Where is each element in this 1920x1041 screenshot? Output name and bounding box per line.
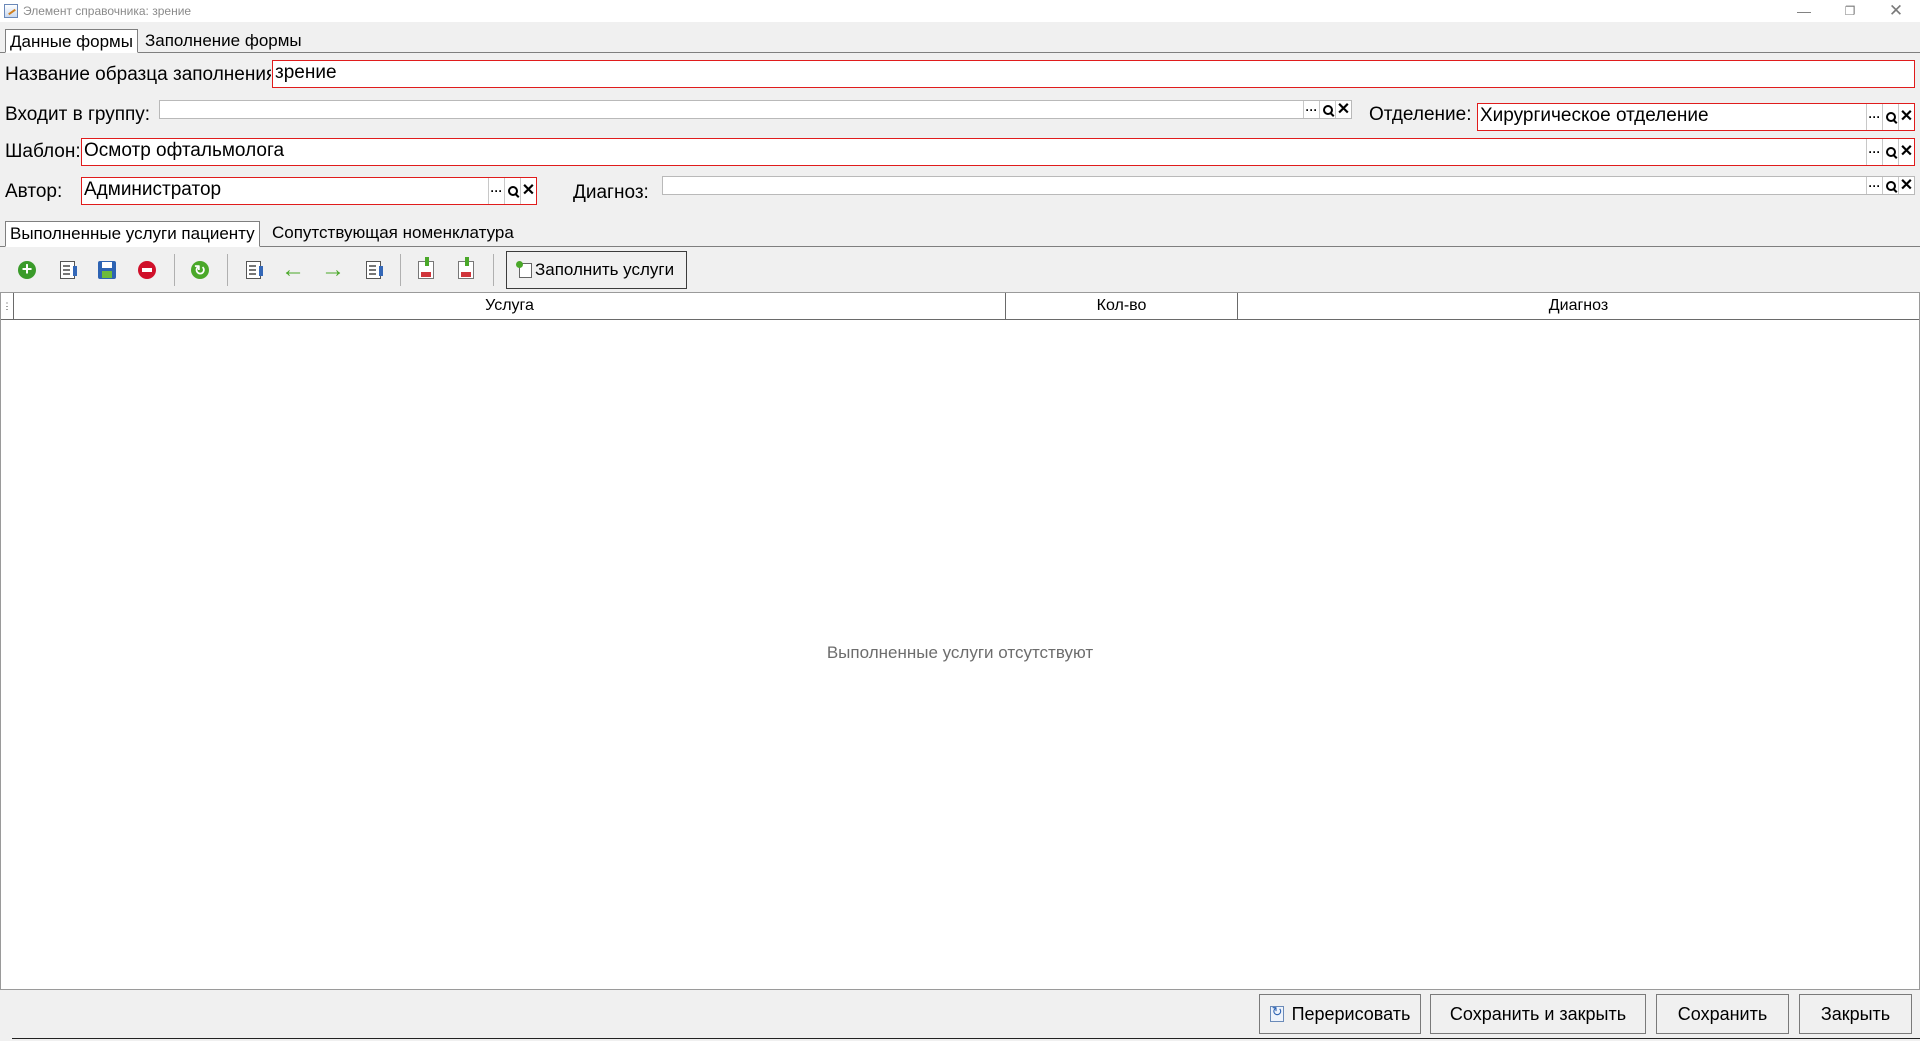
author-select-button[interactable]: ··· [488, 178, 504, 204]
department-select-button[interactable]: ··· [1866, 104, 1882, 130]
diagnosis-input[interactable]: ··· ✕ [662, 176, 1915, 195]
catalog-edit-icon [4, 4, 18, 18]
redraw-button[interactable]: Перерисовать [1259, 994, 1421, 1034]
close-button[interactable]: Закрыть [1799, 994, 1912, 1034]
refresh-icon: ↻ [191, 261, 209, 279]
column-header-diagnosis[interactable]: Диагноз [1238, 293, 1919, 319]
author-input[interactable]: Администратор ··· ✕ [81, 177, 537, 205]
footer-divider [12, 1038, 1920, 1039]
toolbar-separator [400, 254, 401, 286]
minimize-button[interactable]: — [1781, 0, 1827, 22]
export-excel-icon [458, 257, 474, 279]
department-input[interactable]: Хирургическое отделение ··· ✕ [1477, 103, 1915, 131]
save-button[interactable]: Сохранить [1656, 994, 1789, 1034]
author-field-buttons: ··· ✕ [488, 178, 536, 204]
toolbar-separator [227, 254, 228, 286]
author-search-icon[interactable] [504, 178, 520, 204]
edit-button[interactable] [48, 253, 86, 287]
tab-performed-services[interactable]: Выполненные услуги пациенту [5, 221, 260, 247]
refresh-button[interactable]: ↻ [181, 253, 219, 287]
template-select-button[interactable]: ··· [1866, 139, 1882, 165]
top-tabstrip: Данные формы Заполнение формы [0, 26, 1920, 53]
arrow-right-icon: → [321, 256, 345, 283]
save-row-button[interactable] [88, 253, 126, 287]
copy-all-button[interactable] [354, 253, 392, 287]
export-excel-button[interactable] [447, 253, 485, 287]
services-grid[interactable]: ⋮ Услуга Кол-во Диагноз Выполненные услу… [0, 292, 1920, 990]
import-excel-icon [418, 257, 434, 279]
department-label: Отделение: [1369, 104, 1472, 125]
grid-header: ⋮ Услуга Кол-во Диагноз [1, 293, 1919, 320]
copy-icon [365, 261, 383, 279]
close-window-button[interactable]: ✕ [1873, 0, 1919, 22]
fill-services-label: Заполнить услуги [535, 260, 675, 279]
department-search-icon[interactable] [1882, 104, 1898, 130]
group-field-buttons: ··· ✕ [1303, 101, 1351, 118]
maximize-button[interactable]: ❐ [1827, 0, 1873, 22]
group-label: Входит в группу: [5, 104, 151, 125]
save-icon [98, 261, 116, 279]
fill-services-icon [516, 260, 532, 278]
diagnosis-select-button[interactable]: ··· [1866, 177, 1882, 194]
empty-grid-message: Выполненные услуги отсутствуют [826, 643, 1094, 662]
column-header-quantity[interactable]: Кол-во [1006, 293, 1238, 319]
redraw-icon [1269, 1004, 1284, 1022]
title-bar: Элемент справочника: зрение — ❐ ✕ [0, 0, 1920, 22]
services-toolbar: + ↻ ← → Заполнить услуги [0, 248, 1920, 292]
arrow-left-icon: ← [281, 256, 305, 283]
group-select-button[interactable]: ··· [1303, 101, 1319, 118]
column-header-service[interactable]: Услуга [14, 293, 1006, 319]
tab-form-filling[interactable]: Заполнение формы [141, 29, 306, 53]
diagnosis-label: Диагноз: [573, 182, 649, 203]
template-input[interactable]: Осмотр офтальмолога ··· ✕ [81, 138, 1915, 166]
redraw-label: Перерисовать [1291, 1003, 1411, 1024]
template-search-icon[interactable] [1882, 139, 1898, 165]
toolbar-separator [493, 254, 494, 286]
window-title: Элемент справочника: зрение [23, 4, 192, 18]
diagnosis-search-icon[interactable] [1882, 177, 1898, 194]
delete-button[interactable] [128, 253, 166, 287]
author-clear-button[interactable]: ✕ [520, 178, 536, 204]
group-clear-button[interactable]: ✕ [1335, 101, 1351, 118]
row-selector-corner[interactable]: ⋮ [1, 293, 14, 319]
copy-button[interactable] [234, 253, 272, 287]
name-value: зрение [275, 62, 337, 83]
tab-related-nomenclature[interactable]: Сопутствующая номенклатура [268, 221, 518, 247]
department-value: Хирургическое отделение [1480, 105, 1709, 126]
template-clear-button[interactable]: ✕ [1898, 139, 1914, 165]
delete-icon [138, 261, 156, 279]
department-field-buttons: ··· ✕ [1866, 104, 1914, 130]
inner-tabstrip: Выполненные услуги пациенту Сопутствующа… [0, 219, 1920, 247]
add-button[interactable]: + [8, 253, 46, 287]
tab-form-data[interactable]: Данные формы [5, 29, 138, 53]
fill-services-button[interactable]: Заполнить услуги [506, 251, 688, 289]
import-excel-button[interactable] [407, 253, 445, 287]
author-value: Администратор [84, 179, 222, 200]
diagnosis-clear-button[interactable]: ✕ [1898, 177, 1914, 194]
diagnosis-field-buttons: ··· ✕ [1866, 177, 1914, 194]
add-icon: + [18, 260, 36, 279]
edit-icon [59, 261, 77, 279]
footer-bar: Перерисовать Сохранить и закрыть Сохрани… [0, 990, 1920, 1041]
move-right-button[interactable]: → [314, 253, 352, 287]
copy-icon [245, 261, 263, 279]
template-label: Шаблон: [5, 141, 81, 162]
group-search-icon[interactable] [1319, 101, 1335, 118]
move-left-button[interactable]: ← [274, 253, 312, 287]
template-field-buttons: ··· ✕ [1866, 139, 1914, 165]
name-input[interactable]: зрение [272, 60, 1915, 88]
name-label: Название образца заполнения: [5, 64, 271, 85]
author-label: Автор: [5, 181, 63, 202]
toolbar-separator [174, 254, 175, 286]
department-clear-button[interactable]: ✕ [1898, 104, 1914, 130]
save-and-close-button[interactable]: Сохранить и закрыть [1430, 994, 1646, 1034]
template-value: Осмотр офтальмолога [84, 140, 285, 161]
group-input[interactable]: ··· ✕ [159, 100, 1352, 119]
